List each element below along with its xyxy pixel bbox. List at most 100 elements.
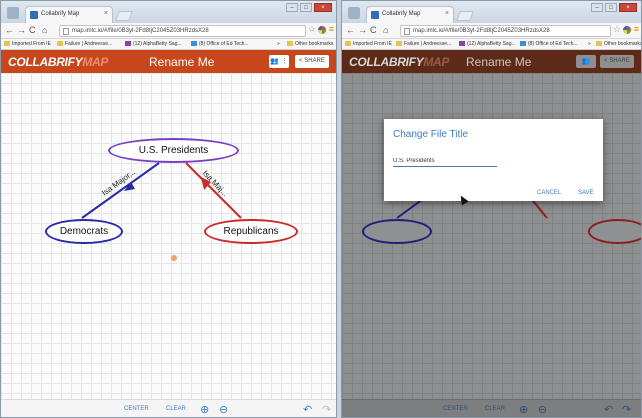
url-text: map.imlc.io/#/file/0B3yl-2Fd8IjC2045Z03H… bbox=[72, 28, 209, 34]
back-arrow-icon[interactable]: ← bbox=[346, 25, 355, 35]
bookmark-item[interactable]: (12) AlphaBetty Sag... bbox=[459, 41, 516, 47]
bookmarks-bar: Imported From IE Failure | Andreesse... … bbox=[1, 39, 336, 50]
folder-icon bbox=[596, 41, 602, 46]
redo-icon[interactable]: ↷ bbox=[322, 403, 331, 416]
concept-map-canvas[interactable]: U.S. Presidents Democrats Republicans Is… bbox=[1, 73, 336, 399]
redo-icon[interactable]: ↷ bbox=[622, 403, 631, 416]
window-controls: – □ × bbox=[591, 3, 637, 12]
people-icon: 👥 bbox=[581, 58, 591, 65]
collaborators-button[interactable]: 👥 bbox=[576, 55, 596, 68]
share-button[interactable]: < SHARE bbox=[295, 55, 329, 68]
browser-window-left: Collabrify Map × – □ × ← → C ⌂ map.imlc.… bbox=[0, 0, 337, 418]
extension-icon[interactable] bbox=[623, 26, 631, 34]
new-tab-button[interactable] bbox=[115, 11, 133, 21]
center-button[interactable]: CENTER bbox=[124, 406, 149, 412]
node-democrats bbox=[362, 219, 432, 244]
user-profile-icon[interactable] bbox=[348, 7, 360, 19]
page-icon bbox=[57, 41, 63, 46]
collaborators-button[interactable]: 👥 ⋮ bbox=[269, 55, 289, 68]
forward-arrow-icon[interactable]: → bbox=[358, 25, 367, 35]
bookmarks-bar: Imported From IE Failure | Andreesse... … bbox=[342, 39, 641, 50]
bookmark-star-icon[interactable]: ☆ bbox=[308, 24, 316, 35]
address-bar[interactable]: map.imlc.io/#/file/0B3yl-2Fd8IjC2045Z03H… bbox=[59, 25, 306, 37]
zoom-in-icon[interactable]: ⊕ bbox=[200, 403, 209, 416]
collabrify-map-logo[interactable]: COLLABRIFYMAP bbox=[8, 55, 108, 69]
browser-menu-icon[interactable]: ≡ bbox=[634, 24, 639, 34]
page-icon bbox=[63, 28, 69, 35]
tab-title: Collabrify Map bbox=[382, 11, 421, 17]
bookmark-star-icon[interactable]: ☆ bbox=[613, 24, 621, 35]
app-header: COLLABRIFYMAP Rename Me 👥 ⋮ < SHARE bbox=[1, 50, 336, 73]
node-republicans bbox=[588, 219, 641, 244]
url-text: map.imlc.io/#/file/0B3yl-2Fd8IjC2045Z03H… bbox=[413, 28, 550, 34]
collabrify-map-logo[interactable]: COLLABRIFYMAP bbox=[349, 55, 449, 69]
bookmarks-overflow-icon[interactable]: » bbox=[277, 41, 280, 47]
save-button[interactable]: SAVE bbox=[578, 190, 594, 196]
share-icon: < bbox=[299, 58, 303, 64]
bookmark-item[interactable]: Failure | Andreesse... bbox=[396, 41, 451, 47]
bookmark-item[interactable]: (8) Office of Ed Tech... bbox=[191, 41, 249, 47]
home-icon[interactable]: ⌂ bbox=[383, 25, 388, 35]
page-icon bbox=[396, 41, 402, 46]
bookmarks-overflow-icon[interactable]: » bbox=[588, 41, 591, 47]
forward-arrow-icon[interactable]: → bbox=[17, 25, 26, 35]
browser-tab[interactable]: Collabrify Map × bbox=[366, 6, 454, 23]
minimize-icon[interactable]: – bbox=[286, 3, 298, 12]
zoom-in-icon[interactable]: ⊕ bbox=[519, 403, 528, 416]
zoom-out-icon[interactable]: ⊖ bbox=[219, 403, 228, 416]
bookmark-item[interactable]: (8) Office of Ed Tech... bbox=[520, 41, 578, 47]
center-button[interactable]: CENTER bbox=[443, 406, 468, 412]
center-marker-icon bbox=[171, 255, 177, 261]
edge-democrats[interactable] bbox=[81, 162, 160, 219]
cancel-button[interactable]: CANCEL bbox=[537, 190, 561, 196]
minimize-icon[interactable]: – bbox=[591, 3, 603, 12]
back-arrow-icon[interactable]: ← bbox=[5, 25, 14, 35]
maximize-icon[interactable]: □ bbox=[300, 3, 312, 12]
map-footer: CENTER CLEAR ⊕ ⊖ ↶ ↷ bbox=[342, 399, 641, 417]
address-bar[interactable]: map.imlc.io/#/file/0B3yl-2Fd8IjC2045Z03H… bbox=[400, 25, 611, 37]
browser-menu-icon[interactable]: ≡ bbox=[329, 24, 334, 34]
edge-republicans[interactable] bbox=[185, 162, 242, 219]
bookmark-item[interactable]: (12) AlphaBetty Sag... bbox=[125, 41, 182, 47]
file-title-input[interactable] bbox=[393, 155, 497, 167]
zoom-out-icon[interactable]: ⊖ bbox=[538, 403, 547, 416]
clear-button[interactable]: CLEAR bbox=[485, 406, 505, 412]
browser-toolbar: ← → C ⌂ map.imlc.io/#/file/0B3yl-2Fd8IjC… bbox=[1, 23, 336, 39]
bookmark-item[interactable]: Other bookmarks bbox=[287, 41, 333, 47]
tab-title: Collabrify Map bbox=[41, 11, 80, 17]
clear-button[interactable]: CLEAR bbox=[166, 406, 186, 412]
collabrify-favicon-icon bbox=[30, 11, 38, 19]
new-tab-button[interactable] bbox=[456, 11, 474, 21]
node-republicans[interactable]: Republicans bbox=[204, 219, 298, 244]
bookmark-item[interactable]: Failure | Andreesse... bbox=[57, 41, 112, 47]
extension-icon[interactable] bbox=[318, 26, 326, 34]
collabrify-favicon-icon bbox=[371, 11, 379, 19]
undo-icon[interactable]: ↶ bbox=[604, 403, 613, 416]
window-close-icon[interactable]: × bbox=[314, 3, 332, 12]
home-icon[interactable]: ⌂ bbox=[42, 25, 47, 35]
bookmark-item[interactable]: Other bookmarks bbox=[596, 41, 641, 47]
tab-close-icon[interactable]: × bbox=[445, 10, 449, 17]
document-title[interactable]: Rename Me bbox=[466, 55, 531, 69]
undo-icon[interactable]: ↶ bbox=[303, 403, 312, 416]
browser-titlebar: Collabrify Map × – □ × bbox=[342, 1, 641, 23]
node-democrats[interactable]: Democrats bbox=[45, 219, 123, 244]
window-close-icon[interactable]: × bbox=[619, 3, 637, 12]
bookmark-item[interactable]: Imported From IE bbox=[4, 41, 51, 47]
browser-titlebar: Collabrify Map × – □ × bbox=[1, 1, 336, 23]
folder-icon bbox=[345, 41, 351, 46]
page-icon bbox=[459, 41, 465, 46]
user-profile-icon[interactable] bbox=[7, 7, 19, 19]
reload-icon[interactable]: C bbox=[370, 25, 377, 35]
share-button[interactable]: < SHARE bbox=[600, 55, 634, 68]
dialog-title: Change File Title bbox=[393, 129, 469, 140]
browser-tab[interactable]: Collabrify Map × bbox=[25, 6, 113, 23]
maximize-icon[interactable]: □ bbox=[605, 3, 617, 12]
bookmark-item[interactable]: Imported From IE bbox=[345, 41, 392, 47]
node-root[interactable]: U.S. Presidents bbox=[108, 138, 239, 163]
twitter-icon bbox=[191, 41, 197, 46]
folder-icon bbox=[287, 41, 293, 46]
reload-icon[interactable]: C bbox=[29, 25, 36, 35]
document-title[interactable]: Rename Me bbox=[149, 55, 214, 69]
tab-close-icon[interactable]: × bbox=[104, 10, 108, 17]
